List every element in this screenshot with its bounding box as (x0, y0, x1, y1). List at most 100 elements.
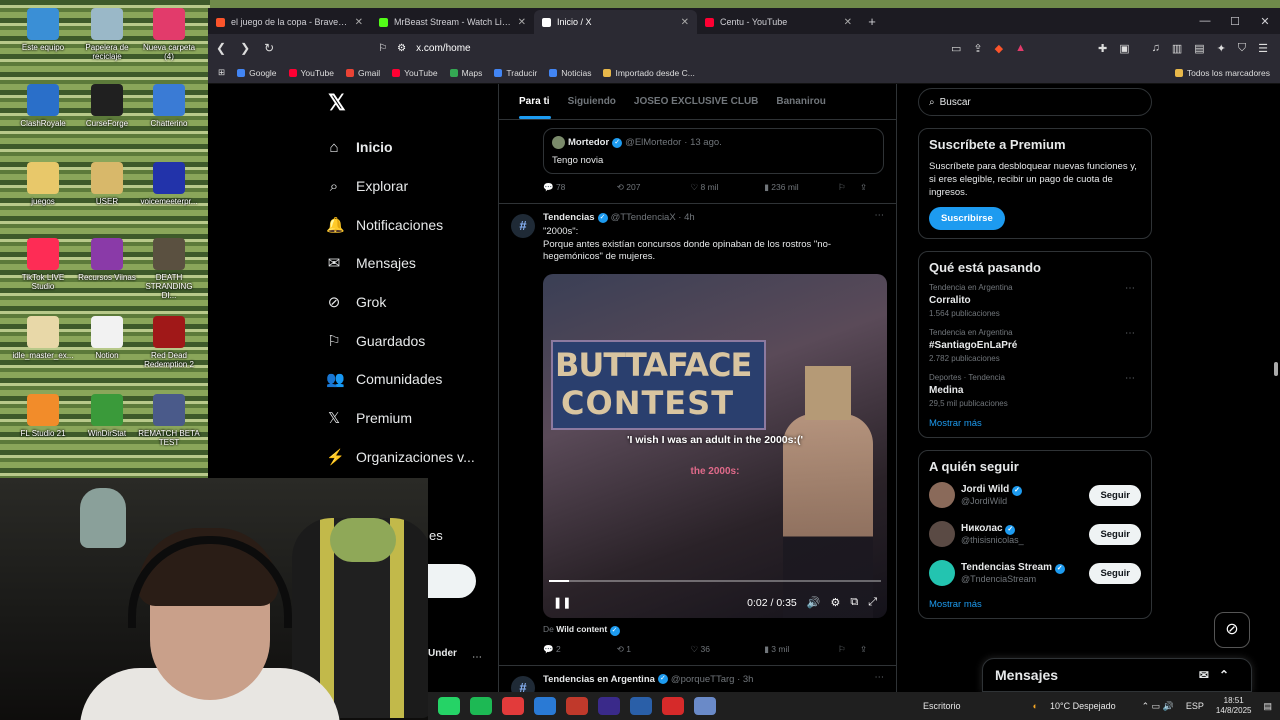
feed-tab[interactable]: Para ti (499, 96, 559, 119)
like-button[interactable]: ♡ 36 (691, 644, 765, 655)
nav-item-premium[interactable]: 𝕏 Premium (326, 399, 496, 438)
desktop-icon[interactable]: TikTok LIVE Studio (12, 238, 74, 291)
feed-tab[interactable]: Bananirou (767, 96, 834, 107)
close-tab-icon[interactable]: ✕ (844, 17, 852, 28)
bookmark-item[interactable]: Traducir (494, 68, 537, 78)
address-bar[interactable]: ⚐ ⚙ x.com/home (288, 43, 937, 54)
language-indicator[interactable]: ESP (1186, 701, 1204, 711)
desktop-toolbar[interactable]: Escritorio (923, 701, 961, 711)
follow-suggestion[interactable]: Николас ✓ @thisisnicolas_ Seguir (929, 521, 1141, 547)
x-logo-icon[interactable]: 𝕏 (328, 90, 496, 116)
bookmark-icon[interactable]: ⚐ (838, 182, 860, 193)
pause-icon[interactable]: ❚❚ (553, 596, 571, 609)
trend-item[interactable]: Deportes · Tendencia Medina 29,5 mil publi… (929, 373, 1141, 408)
cast-icon[interactable]: ▭ (951, 42, 961, 55)
more-options-icon[interactable]: ⋯ (1125, 328, 1135, 339)
tweet[interactable]: # ⋯ Tendencias ✓ @TTendenciaX · 4h "2000… (499, 203, 896, 655)
minimize-icon[interactable]: — (1190, 15, 1220, 28)
bookmark-item[interactable]: Gmail (345, 68, 380, 78)
subscribe-button[interactable]: Suscribirse (929, 207, 1005, 230)
bookmark-item[interactable]: YouTube (392, 68, 438, 78)
views-button[interactable]: ▮ 236 mil (764, 182, 838, 193)
desktop-icon[interactable]: Notion (76, 316, 138, 360)
nav-item-grok[interactable]: ⊘ Grok (326, 283, 496, 322)
nav-item-explorar[interactable]: ⌕ Explorar (326, 167, 496, 206)
tray-icons[interactable]: ⌃ ▭ 🔊 (1142, 701, 1174, 712)
tweet[interactable]: # ⋯ Tendencias en Argentina ✓ @porqueTTa… (499, 664, 896, 700)
feed-tab[interactable]: JOSEO EXCLUSIVE CLUB (625, 96, 767, 107)
quoted-tweet[interactable]: Mortedor ✓ @ElMortedor · 13 ago. Tengo n… (543, 128, 884, 174)
account-menu-icon[interactable]: ⋯ (472, 652, 482, 663)
desktop-icon[interactable]: REMATCH BETA TEST (138, 394, 200, 447)
show-more-link[interactable]: Mostrar más (929, 599, 1141, 610)
follow-suggestion[interactable]: Tendencias Stream ✓ @TndenciaStream Seguir (929, 560, 1141, 586)
like-button[interactable]: ♡ 8 mil (691, 182, 765, 193)
taskbar-app-icon[interactable] (598, 697, 620, 715)
site-info-icon[interactable]: ⚙ (397, 43, 406, 54)
video-player[interactable]: BUTTAFACE CONTEST 'I wish I was an adult… (543, 273, 887, 618)
desktop-icon[interactable]: USER (76, 162, 138, 206)
desktop-icon[interactable]: ClashRoyale (12, 84, 74, 128)
trend-item[interactable]: Tendencia en Argentina Corralito 1.564 pub… (929, 283, 1141, 318)
desktop-icon[interactable]: juegos (12, 162, 74, 206)
bookmark-item[interactable]: Google (237, 68, 277, 78)
nav-item-notificaciones[interactable]: 🔔 Notificaciones (326, 205, 496, 244)
nav-item-inicio[interactable]: ⌂ Inicio (326, 128, 496, 167)
wallet-icon[interactable]: ▤ (1194, 42, 1204, 55)
post-button[interactable] (428, 564, 476, 598)
vpn-icon[interactable]: ⛉ (1238, 42, 1246, 55)
repost-button[interactable]: ⟲ 207 (617, 182, 691, 193)
desktop-icon[interactable]: Este equipo (12, 8, 74, 52)
sidebar-icon[interactable]: ▥ (1172, 42, 1182, 55)
taskbar-app-icon[interactable] (566, 697, 588, 715)
fullscreen-icon[interactable]: ⤢ (868, 596, 877, 609)
show-more-link[interactable]: Mostrar más (929, 418, 1141, 429)
follow-suggestion[interactable]: Jordi Wild ✓ @JordiWild Seguir (929, 482, 1141, 508)
forward-icon[interactable]: ❯ (240, 41, 250, 55)
follow-button[interactable]: Seguir (1089, 562, 1141, 584)
more-options-icon[interactable]: ⋯ (875, 672, 885, 683)
desktop-icon[interactable]: Chatterino (138, 84, 200, 128)
leo-ai-icon[interactable]: ✦ (1217, 42, 1226, 55)
close-window-icon[interactable]: ✕ (1250, 15, 1280, 28)
desktop-icon[interactable]: Papelera de reciclaje (76, 8, 138, 61)
feed-tab[interactable]: Siguiendo (559, 96, 625, 107)
share-icon[interactable]: ⇪ (860, 182, 882, 193)
more-options-icon[interactable]: ⋯ (1125, 283, 1135, 294)
search-input[interactable]: ⌕ Buscar (918, 88, 1152, 116)
follow-button[interactable]: Seguir (1089, 484, 1141, 506)
clock[interactable]: 18:51 14/8/2025 (1216, 696, 1252, 716)
close-tab-icon[interactable]: ✕ (518, 17, 526, 28)
reload-icon[interactable]: ↻ (264, 41, 274, 55)
browser-tab[interactable]: Centu - YouTube ✕ (697, 10, 860, 34)
settings-icon[interactable]: ⚙ (830, 596, 840, 609)
trend-item[interactable]: Tendencia en Argentina #SantiagoEnLaPré 2.… (929, 328, 1141, 363)
bookmark-item[interactable]: YouTube (288, 68, 334, 78)
reply-button[interactable]: 💬 78 (543, 182, 617, 193)
taskbar-app-icon[interactable] (502, 697, 524, 715)
taskbar-app-icon[interactable] (694, 697, 716, 715)
brave-shield-icon[interactable]: ◆ (995, 42, 1003, 55)
video-progress-bar[interactable] (549, 579, 881, 582)
notifications-icon[interactable]: ▤ (1263, 701, 1272, 712)
desktop-icon[interactable]: CurseForge (76, 84, 138, 128)
bookmark-item[interactable]: Importado desde C... (603, 68, 695, 78)
close-tab-icon[interactable]: ✕ (681, 17, 689, 28)
weather-text[interactable]: 10°C Despejado (1050, 701, 1116, 711)
desktop-icon[interactable]: idle_master_ex... (12, 316, 74, 360)
desktop-icon[interactable]: Red Dead Redemption 2 (138, 316, 200, 369)
desktop-icon[interactable]: FL Studio 21 (12, 394, 74, 438)
reply-button[interactable]: 💬 2 (543, 644, 617, 655)
taskbar-app-icon[interactable] (438, 697, 460, 715)
share-icon[interactable]: ⇪ (860, 644, 882, 655)
views-button[interactable]: ▮ 3 mil (764, 644, 838, 655)
desktop-icon[interactable]: DEATH STRANDING DI... (138, 238, 200, 300)
compose-message-icon[interactable]: ✉⌃ (1199, 668, 1239, 682)
taskbar-app-icon[interactable] (470, 697, 492, 715)
repost-button[interactable]: ⟲ 1 (617, 644, 691, 655)
desktop-icon[interactable]: Nueva carpeta (4) (138, 8, 200, 61)
taskbar-app-icon[interactable] (630, 697, 652, 715)
browser-tab[interactable]: MrBeast Stream - Watch Live on Kick ✕ (371, 10, 534, 34)
new-tab-button[interactable]: + (860, 14, 884, 29)
scrollbar[interactable] (1274, 362, 1278, 376)
